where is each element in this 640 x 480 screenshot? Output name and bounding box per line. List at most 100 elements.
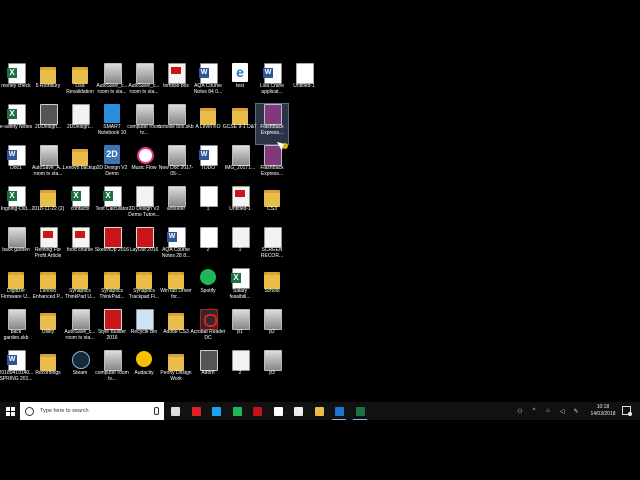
desktop-icon[interactable]: contacts xyxy=(64,186,96,226)
desktop-icon[interactable]: Lenovo Enhanced P... xyxy=(32,268,64,308)
netflix-taskbar-button[interactable] xyxy=(248,402,266,420)
amazon-taskbar-button[interactable] xyxy=(269,402,287,420)
word-icon xyxy=(7,350,26,371)
task-view-taskbar-button[interactable] xyxy=(166,402,184,420)
desktop-icon-label: CS3 xyxy=(267,206,277,212)
desktop-icon[interactable]: AutoSave_c... room tv sta... xyxy=(128,63,160,103)
desktop-icon[interactable]: Synaptics ThinkPad U... xyxy=(64,268,96,308)
desktop[interactable]: money check e-safety Notes Doc1 Ingoing-Out… xyxy=(0,55,640,423)
desktop-icon[interactable]: 2 xyxy=(192,227,224,267)
desktop-icon[interactable]: FlashBack Express... xyxy=(256,145,288,185)
desktop-icon[interactable]: Acrobat Reader DC xyxy=(190,309,226,349)
desktop-icon[interactable]: 20180419140... SPRING 201... xyxy=(0,350,33,390)
desktop-icon[interactable]: Ingoing-Out... xyxy=(0,186,32,226)
desktop-icon[interactable]: AQA Course Notes 84 0... xyxy=(192,63,224,103)
desktop-icon[interactable]: Utility xyxy=(32,309,64,349)
desktop-icon[interactable]: Salary feasibili... xyxy=(224,268,256,308)
twitter-taskbar-button[interactable] xyxy=(207,402,225,420)
desktop-icon[interactable]: Lisa Revalidation xyxy=(64,63,96,103)
desktop-icon[interactable]: School xyxy=(256,268,288,308)
desktop-icon[interactable]: 2D Design V2 Demo Tutori... xyxy=(128,186,160,226)
pen-icon[interactable]: ✎ xyxy=(570,402,582,420)
desktop-icon[interactable]: Peony Design Work xyxy=(160,350,192,390)
microphone-icon[interactable] xyxy=(154,407,159,415)
desktop-icon[interactable]: 2D 2D Design V2 Demo xyxy=(96,145,128,185)
desktop-icon[interactable]: Audacity xyxy=(128,350,160,390)
desktop-icon[interactable]: New Doc 2017-05-... xyxy=(159,145,193,185)
desktop-icon[interactable]: CS3 xyxy=(256,186,288,226)
taskbar: Type here to search ⚇ ^ ⌂ ◁ ✎ xyxy=(0,402,640,420)
desktop-icon[interactable]: 2 xyxy=(224,350,256,390)
mail-taskbar-button[interactable] xyxy=(289,402,307,420)
excel-taskbar-button[interactable] xyxy=(351,402,369,420)
desktop-icon[interactable]: Adorn xyxy=(192,350,224,390)
desktop-icon[interactable]: FlashBack Express... xyxy=(255,103,289,145)
desktop-icon[interactable]: p3 xyxy=(256,350,288,390)
desktop-icon[interactable]: Test Calculator xyxy=(95,186,129,226)
desktop-icon[interactable]: tortoise box xyxy=(160,63,192,103)
spotify-taskbar-button[interactable] xyxy=(228,402,246,420)
clock[interactable]: 10:18 14/03/2018 xyxy=(586,402,620,420)
desktop-icon[interactable]: food course xyxy=(64,227,96,267)
desktop-icon[interactable]: Lisa Crane applicat... xyxy=(256,63,288,103)
volume-icon[interactable]: ◁ xyxy=(556,402,568,420)
desktop-icon[interactable]: Recordings xyxy=(32,350,64,390)
desktop-icon[interactable]: 1 xyxy=(192,186,224,226)
desktop-icon[interactable]: anteater xyxy=(160,186,192,226)
desktop-icon[interactable]: WinTab Driver for... xyxy=(160,268,192,308)
desktop-icon[interactable]: 1 xyxy=(224,227,256,267)
desktop-icon[interactable]: Lenovo backup xyxy=(63,145,97,185)
desktop-icon[interactable]: Recycle Bin xyxy=(128,309,160,349)
desktop-icon[interactable]: back garden.skb xyxy=(0,309,32,349)
desktop-icon[interactable]: Music Flow xyxy=(128,145,160,185)
network-icon[interactable]: ⌂ xyxy=(542,402,554,420)
desktop-icon[interactable]: IMG_20171... xyxy=(224,145,256,185)
desktop-icon-label: Digitizer Firmware U... xyxy=(1,288,31,300)
desktop-icon[interactable]: money check xyxy=(0,63,32,103)
desktop-icon[interactable]: AQA Course Notes 28 8... xyxy=(160,227,192,267)
desktop-icon[interactable]: Steam xyxy=(64,350,96,390)
desktop-icon[interactable]: 2DDesign... xyxy=(64,104,96,144)
start-button[interactable] xyxy=(0,402,20,420)
desktop-icon[interactable]: Renting For Profit Article xyxy=(32,227,64,267)
desktop-icon[interactable]: TODO xyxy=(192,145,224,185)
desktop-icon[interactable]: Synaptics Trackpad Fi... xyxy=(128,268,160,308)
file-explorer-taskbar-button[interactable] xyxy=(310,402,328,420)
desktop-icon[interactable]: 5 Rothbury xyxy=(32,63,64,103)
desktop-icon[interactable]: GCSE 9-1 D&T xyxy=(223,104,257,144)
desktop-icon[interactable]: e-safety Notes xyxy=(0,104,32,144)
desktop-icon[interactable]: 2018-11-22 (2) xyxy=(32,186,64,226)
desktop-icon[interactable]: 2DDesign... xyxy=(32,104,64,144)
desktop-icon[interactable]: Digitizer Firmware U... xyxy=(0,268,32,308)
desktop-icon[interactable]: AutoSave_c... room tv sta... xyxy=(96,63,128,103)
amazon-icon xyxy=(273,406,283,416)
desktop-icon[interactable]: AutoSave_A... room tv sta... xyxy=(32,145,64,185)
desktop-icon[interactable]: Adobe CS3 xyxy=(160,309,192,349)
edge-taskbar-button[interactable] xyxy=(330,402,348,420)
desktop-icon[interactable]: Style Builder 2016 xyxy=(96,309,128,349)
desktop-icon[interactable]: Untitled-1 xyxy=(224,186,256,226)
desktop-icon[interactable]: LayOut 2016 xyxy=(128,227,160,267)
desktop-icon[interactable]: Synaptics ThinkPad... xyxy=(96,268,128,308)
desktop-icon[interactable]: p1 xyxy=(224,309,256,349)
desktop-icon[interactable]: SketchUp 2016 xyxy=(95,227,129,267)
desktop-icon[interactable]: computer room tv... xyxy=(127,104,161,144)
desktop-icon[interactable]: A Level KO xyxy=(192,104,224,144)
desktop-icon-label: Peony Design Work xyxy=(160,370,192,382)
people-icon[interactable]: ⚇ xyxy=(514,402,526,420)
desktop-icon[interactable]: back garden xyxy=(0,227,32,267)
desktop-icon[interactable]: e test xyxy=(224,63,256,103)
desktop-icon[interactable]: AutoSave_c... room tv sta... xyxy=(64,309,96,349)
desktop-icon[interactable]: p2 xyxy=(256,309,288,349)
desktop-icon-label: Music Flow xyxy=(131,165,157,171)
desktop-icon[interactable]: SMART Notebook 10 xyxy=(96,104,128,144)
desktop-icon[interactable]: Doc1 xyxy=(0,145,32,185)
show-hidden-icons[interactable]: ^ xyxy=(528,402,540,420)
youtube-taskbar-button[interactable] xyxy=(187,402,205,420)
desktop-icon[interactable]: Spotify xyxy=(192,268,224,308)
desktop-icon[interactable]: SCREEN RECOR... xyxy=(256,227,288,267)
search-box[interactable]: Type here to search xyxy=(20,402,164,420)
desktop-icon[interactable]: computer room tv... xyxy=(95,350,129,390)
desktop-icon[interactable]: Untitled-1 xyxy=(288,63,320,103)
desktop-icon[interactable]: tortoise box.skb xyxy=(158,104,194,144)
